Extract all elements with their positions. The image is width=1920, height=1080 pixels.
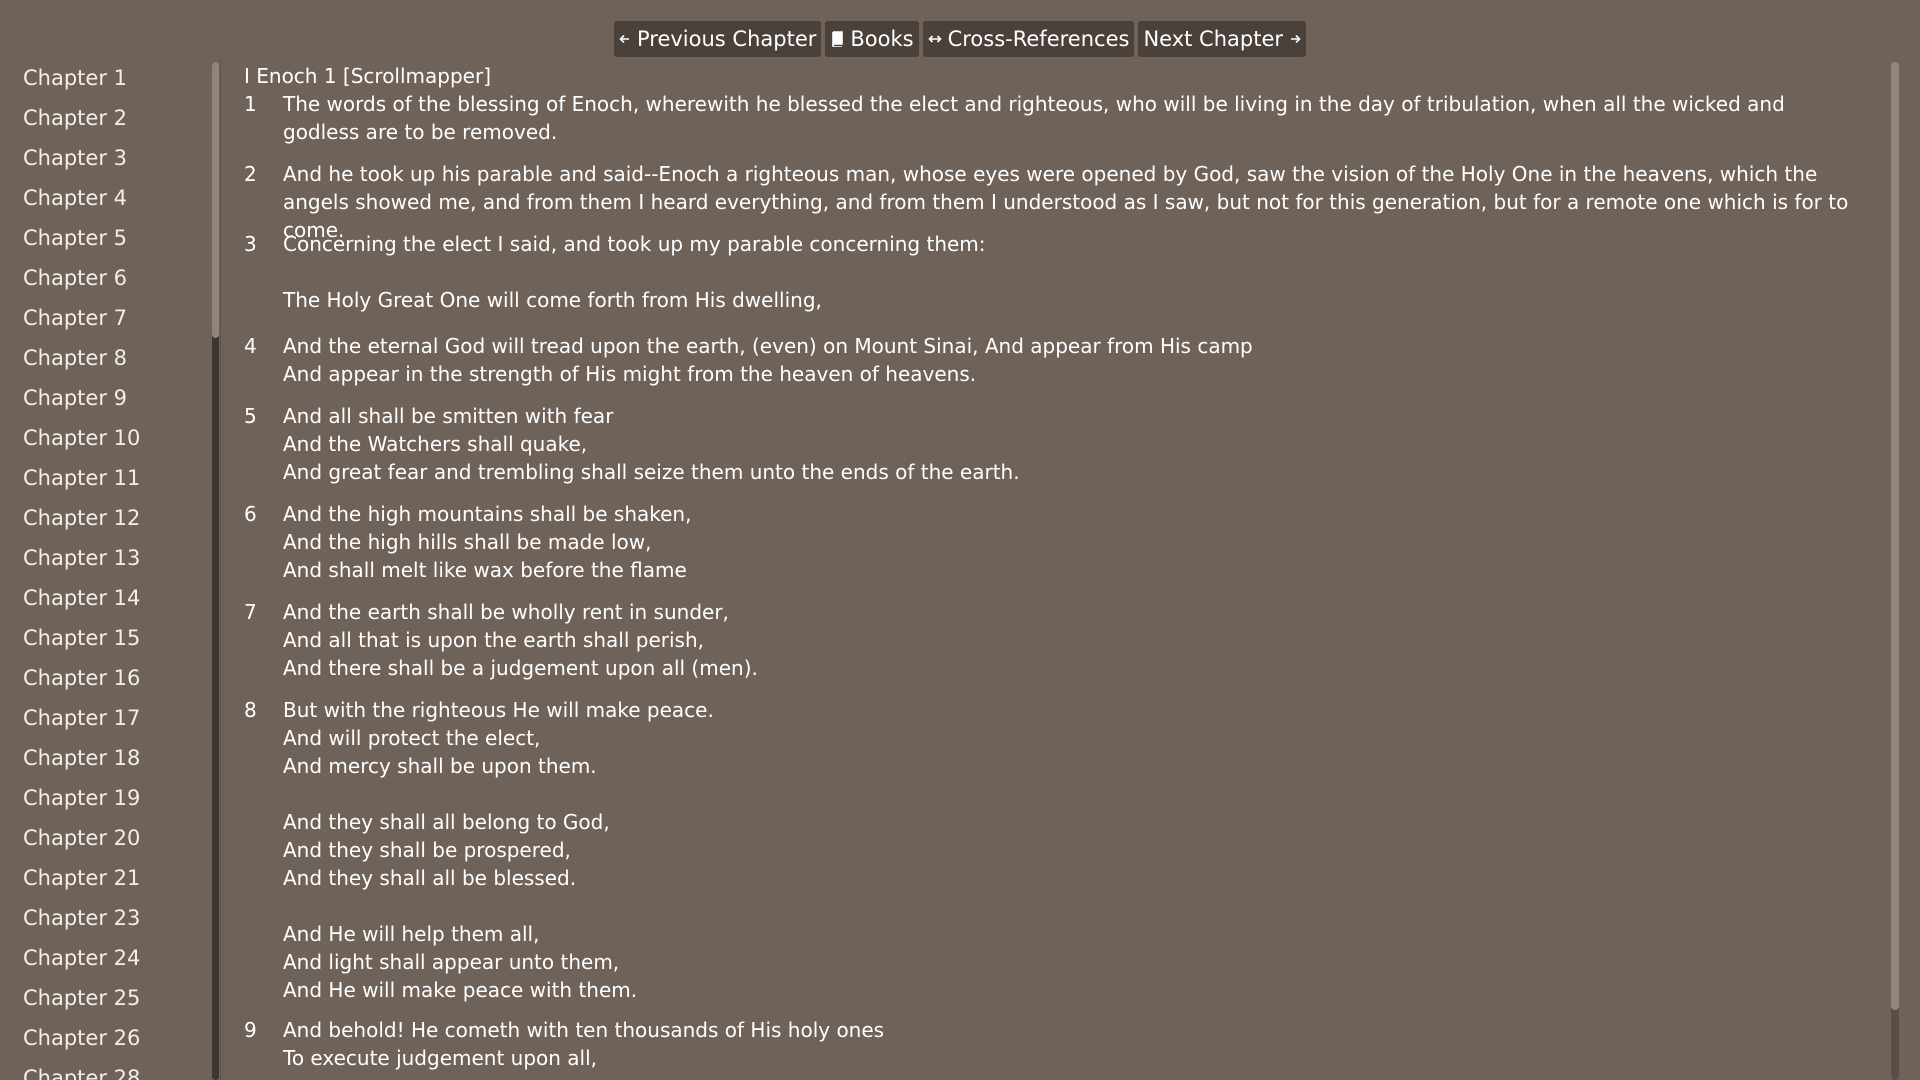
- verse-line: To execute judgement upon all,: [283, 1046, 598, 1070]
- verse-text: The words of the blessing of Enoch, wher…: [283, 90, 1863, 146]
- sidebar-chapter-item[interactable]: Chapter 3: [23, 138, 127, 178]
- chapter-title: I Enoch 1 [Scrollmapper]: [244, 64, 492, 88]
- sidebar-chapter-item[interactable]: Chapter 15: [23, 618, 140, 658]
- content-scrollbar-thumb[interactable]: [1891, 62, 1899, 1010]
- verse-line: And mercy shall be upon them.: [283, 754, 597, 778]
- verse-line: And the earth shall be wholly rent in su…: [283, 600, 729, 624]
- verse-line: And the high mountains shall be shaken,: [283, 502, 692, 526]
- sidebar-chapter-item[interactable]: Chapter 21: [23, 858, 140, 898]
- verse-line: And shall melt like wax before the flame: [283, 558, 687, 582]
- chapter-sidebar: Chapter 1 Chapter 2 Chapter 3 Chapter 4 Chap…: [0, 58, 210, 1080]
- sidebar-chapter-item[interactable]: Chapter 26: [23, 1018, 140, 1058]
- verse-line: And they shall be prospered,: [283, 838, 571, 862]
- verse-number: 5: [244, 404, 257, 428]
- verse-line: And they shall all be blessed.: [283, 866, 577, 890]
- sidebar-chapter-item[interactable]: Chapter 28: [23, 1058, 140, 1080]
- verse-line: And He will help them all,: [283, 922, 540, 946]
- verse-number: 1: [244, 92, 257, 116]
- verse-line: And behold! He cometh with ten thousands…: [283, 1018, 885, 1042]
- cross-references-label: Cross-References: [947, 27, 1130, 51]
- chapter-content: I Enoch 1 [Scrollmapper] 1 The words of t…: [220, 58, 1878, 1080]
- sidebar-chapter-item[interactable]: Chapter 17: [23, 698, 140, 738]
- verse-line: But with the righteous He will make peac…: [283, 698, 714, 722]
- chapter-toolbar: Previous Chapter Books Cross-References …: [0, 21, 1920, 57]
- verse-text: And the earth shall be wholly rent in su…: [283, 598, 1863, 682]
- verse-line: And there shall be a judgement upon all …: [283, 656, 758, 680]
- verse-number: 2: [244, 162, 257, 186]
- verse-line: [283, 258, 1863, 286]
- sidebar-chapter-item[interactable]: Chapter 1: [23, 58, 127, 98]
- cross-references-button[interactable]: Cross-References: [922, 21, 1135, 57]
- sidebar-chapter-item[interactable]: Chapter 24: [23, 938, 140, 978]
- previous-chapter-button[interactable]: Previous Chapter: [613, 21, 822, 57]
- sidebar-chapter-item[interactable]: Chapter 20: [23, 818, 140, 858]
- arrows-horizontal-icon: [927, 33, 942, 45]
- verse-text: And the high mountains shall be shaken, A…: [283, 500, 1863, 584]
- sidebar-scrollbar-thumb[interactable]: [212, 62, 219, 338]
- sidebar-chapter-item[interactable]: Chapter 12: [23, 498, 140, 538]
- verse-text: And the eternal God will tread upon the …: [283, 332, 1863, 388]
- verse-text: And behold! He cometh with ten thousands…: [283, 1016, 1863, 1072]
- sidebar-chapter-item[interactable]: Chapter 19: [23, 778, 140, 818]
- verse-line: And He will make peace with them.: [283, 978, 638, 1002]
- verse-number: 6: [244, 502, 257, 526]
- arrow-right-icon: [1289, 33, 1301, 45]
- verse-line: The Holy Great One will come forth from …: [283, 288, 822, 312]
- books-button[interactable]: Books: [825, 21, 919, 57]
- verse-number: 7: [244, 600, 257, 624]
- sidebar-chapter-item[interactable]: Chapter 9: [23, 378, 127, 418]
- books-label: Books: [850, 27, 914, 51]
- verse-line: And will protect the elect,: [283, 726, 541, 750]
- verse-number: 9: [244, 1018, 257, 1042]
- sidebar-chapter-item[interactable]: Chapter 7: [23, 298, 127, 338]
- verse-line: [283, 892, 1863, 920]
- verse-line: And the Watchers shall quake,: [283, 432, 588, 456]
- verse-line: And the high hills shall be made low,: [283, 530, 652, 554]
- verse-line: And great fear and trembling shall seize…: [283, 460, 1020, 484]
- book-icon: [830, 31, 844, 47]
- next-chapter-label: Next Chapter: [1143, 27, 1283, 51]
- verse-line: And all that is upon the earth shall per…: [283, 628, 704, 652]
- sidebar-chapter-item[interactable]: Chapter 6: [23, 258, 127, 298]
- verse-line: [283, 780, 1863, 808]
- previous-chapter-label: Previous Chapter: [636, 27, 817, 51]
- sidebar-chapter-item[interactable]: Chapter 23: [23, 898, 140, 938]
- verse-line: The words of the blessing of Enoch, wher…: [283, 92, 1785, 144]
- sidebar-chapter-item[interactable]: Chapter 4: [23, 178, 127, 218]
- verse-line: And all shall be smitten with fear: [283, 404, 614, 428]
- verse-line: Concerning the elect I said, and took up…: [283, 232, 986, 256]
- verse-text: But with the righteous He will make peac…: [283, 696, 1863, 1004]
- next-chapter-button[interactable]: Next Chapter: [1138, 21, 1306, 57]
- sidebar-chapter-item[interactable]: Chapter 14: [23, 578, 140, 618]
- verse-number: 8: [244, 698, 257, 722]
- sidebar-chapter-item[interactable]: Chapter 25: [23, 978, 140, 1018]
- sidebar-chapter-item[interactable]: Chapter 11: [23, 458, 140, 498]
- sidebar-chapter-item[interactable]: Chapter 18: [23, 738, 140, 778]
- sidebar-chapter-item[interactable]: Chapter 16: [23, 658, 140, 698]
- verse-line: And they shall all belong to God,: [283, 810, 610, 834]
- verse-text: Concerning the elect I said, and took up…: [283, 230, 1863, 314]
- verse-number: 4: [244, 334, 257, 358]
- sidebar-chapter-item[interactable]: Chapter 5: [23, 218, 127, 258]
- sidebar-chapter-item[interactable]: Chapter 8: [23, 338, 127, 378]
- sidebar-chapter-item[interactable]: Chapter 10: [23, 418, 140, 458]
- sidebar-chapter-item[interactable]: Chapter 2: [23, 98, 127, 138]
- verse-line: And appear in the strength of His might …: [283, 362, 977, 386]
- arrow-left-icon: [619, 33, 631, 45]
- verse-line: And the eternal God will tread upon the …: [283, 334, 1253, 358]
- verse-line: And light shall appear unto them,: [283, 950, 620, 974]
- verse-text: And all shall be smitten with fear And th…: [283, 402, 1863, 486]
- sidebar-chapter-item[interactable]: Chapter 13: [23, 538, 140, 578]
- verse-number: 3: [244, 232, 257, 256]
